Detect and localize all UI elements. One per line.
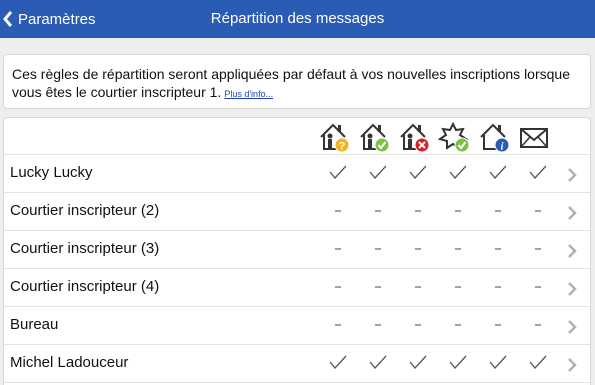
distribution-table: ? i Lucky Lucky Courtier inscripteur (2)… — [3, 117, 591, 385]
dash-icon — [455, 324, 461, 326]
checkmark-icon — [449, 165, 467, 179]
dash-icon — [455, 248, 461, 250]
svg-text:?: ? — [339, 141, 346, 153]
dash-icon — [455, 286, 461, 288]
table-row[interactable]: Courtier inscripteur (4) — [4, 269, 590, 307]
checkmark-icon — [409, 355, 427, 369]
dash-icon — [495, 324, 501, 326]
dash-icon — [535, 324, 541, 326]
table-row[interactable]: Bureau — [4, 307, 590, 345]
chevron-right-icon — [568, 282, 577, 296]
row-label: Courtier inscripteur (4) — [10, 278, 160, 295]
envelope-icon[interactable] — [518, 121, 550, 153]
dash-icon — [335, 324, 341, 326]
checkmark-icon — [449, 355, 467, 369]
house-person-x-icon[interactable] — [398, 121, 430, 153]
checkmark-icon — [369, 355, 387, 369]
dash-icon — [535, 210, 541, 212]
dash-icon — [375, 286, 381, 288]
checkmark-icon — [529, 165, 547, 179]
dash-icon — [335, 286, 341, 288]
back-button-label: Paramètres — [18, 10, 96, 28]
checkmark-icon — [489, 165, 507, 179]
dash-icon — [455, 210, 461, 212]
checkmark-icon — [329, 355, 347, 369]
checkmark-icon — [329, 165, 347, 179]
row-label: Bureau — [10, 316, 59, 333]
info-panel: Ces règles de répartition seront appliqu… — [3, 54, 591, 109]
row-label: Courtier inscripteur (2) — [10, 202, 160, 219]
sold-badge-check-icon[interactable] — [438, 121, 470, 153]
table-row[interactable]: Courtier inscripteur (2) — [4, 193, 590, 231]
chevron-right-icon — [568, 320, 577, 334]
row-label: Lucky Lucky — [10, 164, 93, 181]
table-row[interactable]: Courtier inscripteur (3) — [4, 231, 590, 269]
dash-icon — [375, 324, 381, 326]
chevron-right-icon — [568, 168, 577, 182]
dash-icon — [415, 210, 421, 212]
dash-icon — [375, 248, 381, 250]
table-row[interactable]: Michel Ladouceur — [4, 345, 590, 383]
dash-icon — [495, 210, 501, 212]
navigation-bar: Paramètres Répartition des messages — [0, 0, 595, 38]
chevron-right-icon — [568, 206, 577, 220]
dash-icon — [335, 248, 341, 250]
dash-icon — [495, 248, 501, 250]
more-info-link[interactable]: Plus d'info... — [224, 89, 273, 99]
dash-icon — [535, 286, 541, 288]
dash-icon — [415, 286, 421, 288]
info-text: Ces règles de répartition seront appliqu… — [12, 66, 570, 100]
row-label: Courtier inscripteur (3) — [10, 240, 160, 257]
checkmark-icon — [489, 355, 507, 369]
table-row[interactable]: Lucky Lucky — [4, 155, 590, 193]
house-person-info-icon[interactable]: i — [478, 121, 510, 153]
dash-icon — [535, 248, 541, 250]
dash-icon — [495, 286, 501, 288]
dash-icon — [415, 248, 421, 250]
dash-icon — [335, 210, 341, 212]
checkmark-icon — [529, 355, 547, 369]
chevron-right-icon — [568, 358, 577, 372]
chevron-left-icon — [3, 11, 13, 27]
chevron-right-icon — [568, 244, 577, 258]
house-person-check-icon[interactable] — [358, 121, 390, 153]
row-label: Michel Ladouceur — [10, 354, 129, 371]
checkmark-icon — [409, 165, 427, 179]
checkmark-icon — [369, 165, 387, 179]
house-person-question-icon[interactable]: ? — [318, 121, 350, 153]
dash-icon — [415, 324, 421, 326]
back-button[interactable]: Paramètres — [0, 0, 96, 38]
dash-icon — [375, 210, 381, 212]
table-header-row: ? i — [4, 118, 590, 155]
